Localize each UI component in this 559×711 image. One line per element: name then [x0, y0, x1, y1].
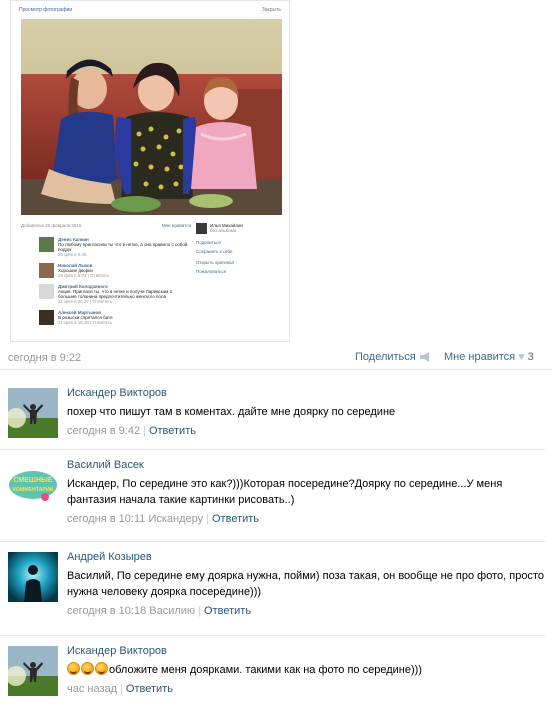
comment-footer: час назад | Ответить [67, 682, 545, 696]
comment-footer: сегодня в 10:18 Василию | Ответить [67, 604, 545, 618]
megaphone-icon [419, 352, 429, 362]
comment-author[interactable]: Искандер Викторов [67, 644, 545, 658]
comment-time[interactable]: сегодня в 10:18 [67, 605, 146, 617]
comment-text: обложите меня доярками. такими как на фо… [109, 664, 422, 676]
photo-viewer-like: Мне нравится [161, 223, 191, 228]
photo-viewer-meta: Добавлена 20 февраля 2016 Мне нравится [21, 223, 191, 228]
comment-text-row: обложите меня доярками. такими как на фо… [67, 662, 545, 678]
photo-viewer-close: Закрыть [261, 7, 281, 13]
like-count: 3 [527, 351, 534, 363]
comment-text: Василий, По середине ему доярка нужна, п… [67, 570, 544, 598]
comment-author[interactable]: Искандер Викторов [67, 386, 545, 400]
mini-comment-text: По любому пригласили ты что в нетке, а о… [58, 242, 188, 252]
photo-viewer-header: Просмотр фотографии Закрыть [11, 1, 289, 19]
avatar[interactable]: СМЕШНЫЕ КОММЕНТАРИИ [8, 460, 58, 510]
comment-author[interactable]: Андрей Козырев [67, 550, 545, 564]
side-action-original: Открыть оригинал [196, 260, 235, 265]
mini-comment: Николай Львов Хорошие дворки 20 фев в 5:03… [39, 263, 189, 278]
mini-comment: Дмитрий Колодзяного Акция. Пригласи ты, ч… [39, 284, 189, 304]
mini-comment-date: 21 фев в 20:27 | Ответить [58, 299, 112, 304]
avatar[interactable] [8, 646, 58, 696]
comment-text: похер что пишут там в коментах. дайте мн… [67, 406, 396, 418]
side-action-save: Сохранить к себе [196, 249, 233, 254]
footer-separator: | [143, 425, 146, 437]
comment: СМЕШНЫЕ КОММЕНТАРИИ Василий Васек Исканд… [0, 450, 545, 542]
comment-time[interactable]: час назад [67, 683, 117, 695]
comment-footer: сегодня в 9:42 | Ответить [67, 424, 545, 438]
photo-owner: Илья Михайлин без альбома [196, 223, 276, 234]
laughing-smiley-icon [67, 662, 80, 675]
laughing-smiley-icon [95, 662, 108, 675]
side-action-share: Поделиться [196, 240, 221, 245]
footer-separator: | [206, 513, 209, 525]
photo-viewer-sidebar: Илья Михайлин без альбома Поделиться Сох… [196, 223, 276, 278]
mini-comment-text: Акция. Пригласи ты, что в нетке и получи… [58, 289, 173, 299]
share-label: Поделиться [355, 351, 416, 363]
comment: Искандер Викторов обложите меня доярками… [0, 636, 545, 708]
photo-viewer-comments: Денис Калкин По любому пригласили ты что … [39, 237, 189, 331]
laughing-smiley-icon [81, 662, 94, 675]
mini-comment: Алексей Мартынов В розыски спрятался батя… [39, 310, 189, 325]
group-photo [21, 19, 282, 215]
comment-footer: сегодня в 10:11 Искандеру | Ответить [67, 512, 545, 526]
comment-time[interactable]: сегодня в 10:11 [67, 513, 145, 525]
heart-icon: ♥ [518, 351, 525, 363]
reply-to[interactable]: Василию [149, 605, 195, 617]
mini-avatar [39, 310, 54, 325]
footer-separator: | [120, 683, 123, 695]
comment: Андрей Козырев Василий, По середине ему … [0, 542, 545, 636]
svg-text:КОММЕНТАРИИ: КОММЕНТАРИИ [13, 487, 54, 493]
comment-time[interactable]: сегодня в 9:42 [67, 425, 140, 437]
comment-text: Искандер, По середине это как?)))Которая… [67, 478, 503, 506]
svg-text:СМЕШНЫЕ: СМЕШНЫЕ [13, 477, 52, 484]
reply-button[interactable]: Ответить [126, 683, 173, 695]
footer-separator: | [198, 605, 202, 617]
mini-avatar [39, 237, 54, 252]
mini-comment-date: 21 фев в 16:20 | Ответить [58, 320, 112, 325]
mini-avatar [39, 284, 54, 299]
reply-button[interactable]: Ответить [149, 425, 196, 437]
photo-added-date: Добавлена 20 февраля 2016 [21, 223, 82, 228]
avatar[interactable] [8, 388, 58, 438]
post-date[interactable]: сегодня в 9:22 [8, 352, 81, 364]
share-button[interactable]: Поделиться [355, 351, 431, 363]
embedded-photo-screenshot[interactable]: Просмотр фотографии Закрыть Добавлена 20… [10, 0, 290, 342]
mini-comment-date: 20 фев в 0:46 [58, 252, 87, 257]
side-action-report: Пожаловаться [196, 269, 227, 274]
comment-author[interactable]: Василий Васек [67, 458, 545, 472]
avatar[interactable] [8, 552, 58, 602]
comment: Искандер Викторов похер что пишут там в … [0, 378, 545, 450]
like-button[interactable]: Мне нравится ♥ 3 [444, 351, 534, 363]
owner-sub: без альбома [210, 228, 237, 233]
mini-comment: Денис Калкин По любому пригласили ты что … [39, 237, 189, 257]
mini-comment-date: 20 фев в 5:03 | Ответить [58, 273, 110, 278]
post-meta: сегодня в 9:22 Поделиться Мне нравится ♥… [0, 346, 552, 370]
photo-viewer-title: Просмотр фотографии [19, 7, 73, 13]
reply-button[interactable]: Ответить [212, 513, 259, 525]
owner-avatar [196, 223, 207, 234]
reply-to[interactable]: Искандеру [148, 513, 203, 525]
reply-button[interactable]: Ответить [204, 605, 251, 617]
mini-avatar [39, 263, 54, 278]
like-label: Мне нравится [444, 351, 516, 363]
